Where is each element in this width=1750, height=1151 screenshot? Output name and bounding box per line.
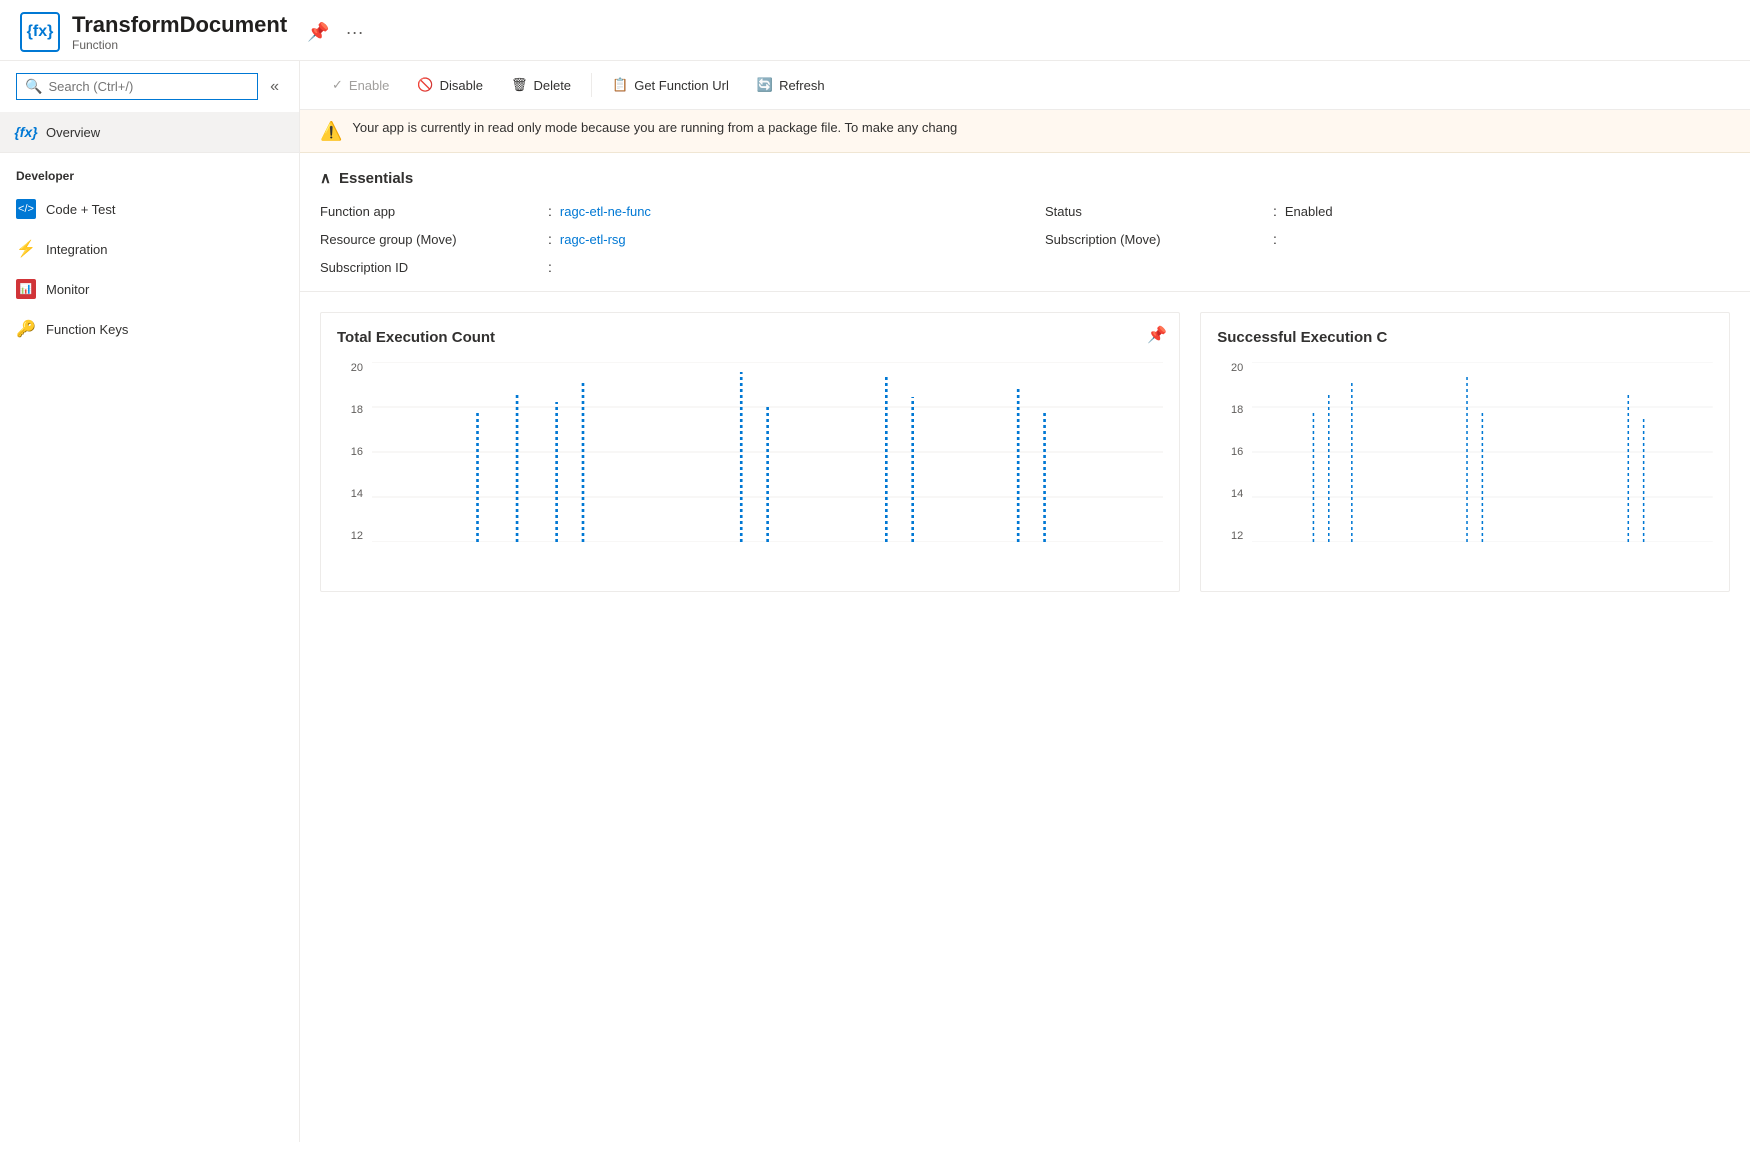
function-app-row: Function app : ragc-etl-ne-func — [320, 203, 1005, 219]
pin-icon[interactable]: 📌 — [303, 18, 333, 47]
pin-chart-icon[interactable]: 📌 — [1147, 325, 1167, 345]
y-axis: 20 18 16 14 12 — [337, 362, 367, 542]
essentials-grid: Function app : ragc-etl-ne-func Status :… — [320, 203, 1730, 275]
refresh-button[interactable]: 🔄 Refresh — [745, 71, 837, 99]
search-input-wrap[interactable]: 🔍 — [16, 73, 258, 100]
delete-button[interactable]: 🗑 Delete — [499, 71, 583, 99]
subscription-move-link[interactable]: (Move) — [1120, 232, 1160, 247]
successful-execution-chart: Successful Execution C 20 18 16 14 12 — [1200, 312, 1730, 592]
charts-area: Total Execution Count 📌 20 18 16 14 12 — [300, 292, 1750, 612]
search-area: 🔍 « — [0, 61, 299, 112]
sidebar: 🔍 « {fx} Overview Developer </> Code + T… — [0, 61, 300, 1142]
sidebar-item-label: Code + Test — [46, 202, 116, 217]
sidebar-item-function-keys[interactable]: 🔑 Function Keys — [0, 309, 299, 349]
chart-container: 20 18 16 14 12 — [1217, 362, 1713, 562]
chart-title: Successful Execution C — [1217, 329, 1713, 346]
function-app-value: ragc-etl-ne-func — [560, 204, 651, 219]
resource-group-link[interactable]: ragc-etl-rsg — [560, 232, 626, 247]
status-label: Status — [1045, 204, 1265, 219]
chart-plot — [372, 362, 1163, 542]
subscription-id-label: Subscription ID — [320, 260, 540, 275]
chart-plot — [1252, 362, 1713, 542]
toolbar: ✓ Enable 🚫 Disable 🗑 Delete 📋 Get Functi… — [300, 61, 1750, 110]
search-input[interactable] — [48, 79, 249, 94]
resource-group-label: Resource group (Move) — [320, 232, 540, 247]
chart-svg — [1252, 362, 1713, 542]
sidebar-item-label: Integration — [46, 242, 107, 257]
resource-group-move-link[interactable]: (Move) — [416, 232, 456, 247]
collapse-sidebar-button[interactable]: « — [266, 74, 283, 100]
function-keys-icon: 🔑 — [16, 319, 36, 339]
disable-button[interactable]: 🚫 Disable — [405, 71, 495, 99]
warning-banner: ⚠️ Your app is currently in read only mo… — [300, 110, 1750, 153]
delete-icon: 🗑 — [511, 77, 528, 93]
essentials-header[interactable]: ∧ Essentials — [320, 169, 1730, 187]
page-subtitle: Function — [72, 38, 287, 52]
refresh-icon: 🔄 — [757, 77, 773, 93]
chevron-up-icon: ∧ — [320, 169, 331, 187]
disable-icon: 🚫 — [417, 77, 433, 93]
sidebar-item-label: Monitor — [46, 282, 89, 297]
sidebar-item-code-test[interactable]: </> Code + Test — [0, 189, 299, 229]
chart-container: 20 18 16 14 12 — [337, 362, 1163, 562]
sidebar-item-overview[interactable]: {fx} Overview — [0, 112, 299, 152]
warning-icon: ⚠️ — [320, 121, 342, 142]
resource-group-value: ragc-etl-rsg — [560, 232, 626, 247]
sidebar-item-integration[interactable]: ⚡ Integration — [0, 229, 299, 269]
sidebar-item-monitor[interactable]: 📊 Monitor — [0, 269, 299, 309]
subscription-label: Subscription (Move) — [1045, 232, 1265, 247]
enable-icon: ✓ — [332, 77, 343, 93]
resource-group-row: Resource group (Move) : ragc-etl-rsg — [320, 231, 1005, 247]
header-titles: TransformDocument Function — [72, 12, 287, 52]
total-execution-chart: Total Execution Count 📌 20 18 16 14 12 — [320, 312, 1180, 592]
status-value: Enabled — [1285, 204, 1333, 219]
icon-label: {fx} — [27, 23, 54, 41]
developer-section-header: Developer — [0, 152, 299, 189]
enable-button[interactable]: ✓ Enable — [320, 71, 401, 99]
monitor-icon: 📊 — [16, 279, 36, 299]
warning-text: Your app is currently in read only mode … — [352, 120, 957, 135]
essentials-section: ∧ Essentials Function app : ragc-etl-ne-… — [300, 153, 1750, 292]
subscription-id-row: Subscription ID : — [320, 259, 1005, 275]
overview-icon: {fx} — [16, 122, 36, 142]
page-header: {fx} TransformDocument Function 📌 ··· — [0, 0, 1750, 61]
get-function-url-button[interactable]: 📋 Get Function Url — [600, 71, 741, 99]
sidebar-item-label: Overview — [46, 125, 100, 140]
search-icon: 🔍 — [25, 78, 42, 95]
sidebar-item-label: Function Keys — [46, 322, 128, 337]
main-layout: 🔍 « {fx} Overview Developer </> Code + T… — [0, 61, 1750, 1142]
function-app-label: Function app — [320, 204, 540, 219]
function-app-icon: {fx} — [20, 12, 60, 52]
main-content: ✓ Enable 🚫 Disable 🗑 Delete 📋 Get Functi… — [300, 61, 1750, 1142]
chart-svg — [372, 362, 1163, 542]
function-app-link[interactable]: ragc-etl-ne-func — [560, 204, 651, 219]
chart-title: Total Execution Count — [337, 329, 1163, 346]
copy-icon: 📋 — [612, 77, 628, 93]
status-row: Status : Enabled — [1045, 203, 1730, 219]
integration-icon: ⚡ — [16, 239, 36, 259]
y-axis: 20 18 16 14 12 — [1217, 362, 1247, 542]
essentials-title: Essentials — [339, 170, 413, 187]
code-test-icon: </> — [16, 199, 36, 219]
subscription-row: Subscription (Move) : — [1045, 231, 1730, 247]
header-actions: 📌 ··· — [303, 18, 367, 47]
more-options-icon[interactable]: ··· — [342, 18, 368, 47]
toolbar-separator — [591, 73, 592, 97]
page-title: TransformDocument — [72, 12, 287, 38]
